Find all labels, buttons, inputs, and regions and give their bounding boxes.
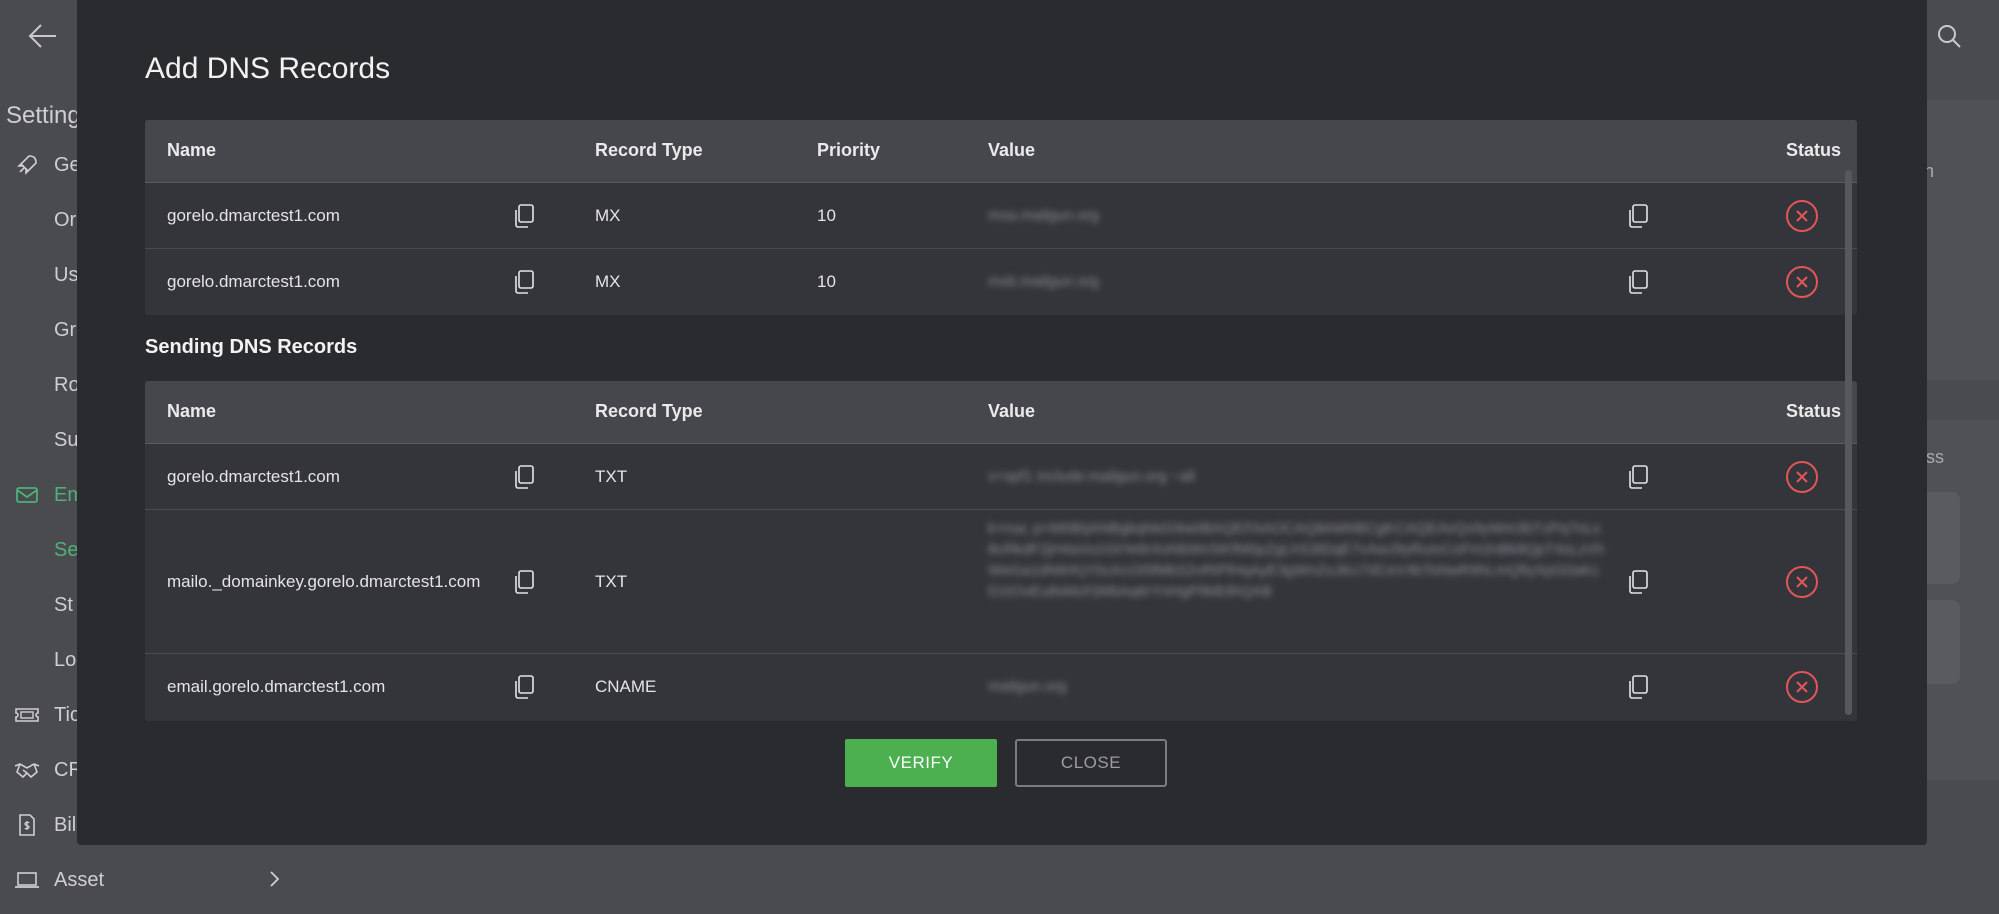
copy-value-button[interactable] [1623, 462, 1653, 492]
sending-dns-table: Name Record Type Value Status gorelo.dma… [145, 381, 1857, 721]
column-header-status: Status [1786, 140, 1842, 160]
rocket-icon [0, 153, 54, 177]
sidebar-item-label: St [54, 593, 73, 616]
sidebar-item-label: Lo [54, 648, 77, 671]
error-status-icon [1786, 671, 1818, 703]
search-icon [1938, 25, 1961, 48]
ticket-icon [0, 705, 54, 725]
record-name: gorelo.dmarctest1.com [167, 467, 340, 486]
copy-icon [515, 675, 534, 699]
table-row: mailo._domainkey.gorelo.dmarctest1.com T… [145, 510, 1857, 654]
sidebar-item-label: Gr [54, 318, 77, 341]
column-header-name: Name [167, 401, 217, 421]
receiving-dns-table: Name Record Type Priority Value Status g… [145, 120, 1857, 315]
error-status-icon [1786, 461, 1818, 493]
table-header: Name Record Type Value Status [145, 381, 1857, 444]
error-status-icon [1786, 200, 1818, 232]
record-priority: 10 [817, 206, 836, 225]
dialog-title: Add DNS Records [145, 52, 391, 85]
copy-name-button[interactable] [509, 567, 539, 597]
sidebar-item-asset[interactable]: Asset [0, 860, 300, 900]
record-type: TXT [595, 467, 628, 486]
copy-value-button[interactable] [1623, 201, 1653, 231]
copy-icon [515, 465, 534, 489]
table-row: gorelo.dmarctest1.com TXT v=spf1 include… [145, 444, 1857, 510]
dialog-scrollbar[interactable] [1845, 170, 1852, 715]
copy-icon [1629, 204, 1648, 228]
mail-icon [0, 485, 54, 505]
close-button[interactable]: CLOSE [1015, 739, 1167, 787]
record-value: mxb.mailgun.org [988, 273, 1099, 290]
record-value: v=spf1 include:mailgun.org ~all [988, 468, 1195, 485]
sidebar-item-label: Or [54, 208, 77, 231]
record-type: MX [595, 206, 621, 225]
record-value: mailgun.org [988, 678, 1067, 695]
column-header-name: Name [167, 140, 217, 160]
sidebar-heading: Setting [6, 102, 81, 129]
table-row: gorelo.dmarctest1.com MX 10 mxb.mailgun.… [145, 249, 1857, 315]
copy-value-button[interactable] [1623, 567, 1653, 597]
copy-name-button[interactable] [509, 267, 539, 297]
table-row: gorelo.dmarctest1.com MX 10 mxa.mailgun.… [145, 183, 1857, 249]
back-button[interactable] [22, 18, 64, 54]
sidebar-item-label: Bil [54, 813, 77, 836]
error-status-icon [1786, 566, 1818, 598]
table-header: Name Record Type Priority Value Status [145, 120, 1857, 183]
copy-icon [1629, 270, 1648, 294]
column-header-status: Status [1786, 401, 1842, 421]
record-priority: 10 [817, 272, 836, 291]
column-header-priority: Priority [817, 140, 881, 160]
copy-icon [515, 570, 534, 594]
copy-icon [1629, 465, 1648, 489]
search-button[interactable] [1929, 18, 1969, 54]
record-type: MX [595, 272, 621, 291]
copy-icon [515, 270, 534, 294]
record-type: TXT [595, 572, 628, 591]
copy-icon [515, 204, 534, 228]
dns-records-dialog: Add DNS Records Name Record Type Priorit… [77, 0, 1927, 845]
record-name: gorelo.dmarctest1.com [167, 272, 340, 291]
laptop-icon [0, 870, 54, 890]
verify-button[interactable]: VERIFY [845, 739, 997, 787]
column-header-record-type: Record Type [595, 140, 703, 160]
sidebar-item-label: Asset [54, 868, 105, 891]
sidebar-item-label: Su [54, 428, 79, 451]
record-name: gorelo.dmarctest1.com [167, 206, 340, 225]
record-type: CNAME [595, 677, 657, 696]
error-status-icon [1786, 266, 1818, 298]
chevron-right-icon [270, 871, 280, 887]
copy-name-button[interactable] [509, 672, 539, 702]
copy-value-button[interactable] [1623, 267, 1653, 297]
sidebar-item-label: Us [54, 263, 79, 286]
column-header-record-type: Record Type [595, 401, 703, 421]
section-title-sending: Sending DNS Records [145, 336, 358, 358]
copy-name-button[interactable] [509, 201, 539, 231]
copy-icon [1629, 570, 1648, 594]
record-value: mxa.mailgun.org [988, 207, 1099, 224]
sidebar-item-label: Ro [54, 373, 80, 396]
handshake-icon [0, 760, 54, 780]
billing-icon [0, 813, 54, 837]
record-name: mailo._domainkey.gorelo.dmarctest1.com [167, 572, 481, 591]
table-row: email.gorelo.dmarctest1.com CNAME mailgu… [145, 654, 1857, 720]
column-header-value: Value [988, 140, 1036, 160]
record-name: email.gorelo.dmarctest1.com [167, 677, 386, 696]
sidebar-item-label: Se [54, 538, 79, 561]
column-header-value: Value [988, 401, 1036, 421]
copy-value-button[interactable] [1623, 672, 1653, 702]
record-value: k=rsa; p=MIIBIjANBgkqhkiG9w0BAQEFAAOCAQ8… [988, 520, 1605, 600]
arrow-left-icon [28, 24, 56, 48]
copy-name-button[interactable] [509, 462, 539, 492]
copy-icon [1629, 675, 1648, 699]
